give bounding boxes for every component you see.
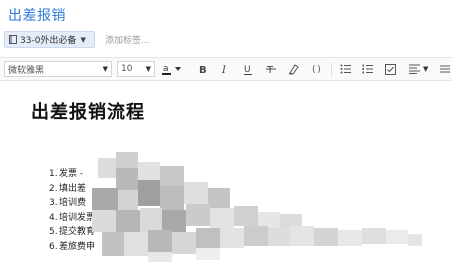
underline-button[interactable]: U bbox=[243, 58, 253, 80]
notebook-icon bbox=[9, 35, 17, 44]
list-item: 5.提交教育 bbox=[49, 227, 96, 237]
align-button[interactable]: ▼ bbox=[409, 58, 428, 80]
align-icon bbox=[409, 64, 420, 74]
svg-text:a: a bbox=[163, 64, 169, 74]
notebook-label: 33-0外出必备 bbox=[20, 36, 77, 46]
list-item: 6.差旅费申 bbox=[49, 241, 96, 252]
bullet-list-button[interactable] bbox=[340, 58, 351, 80]
svg-text:(): () bbox=[311, 65, 322, 75]
add-tag-input[interactable]: 添加标签... bbox=[105, 33, 150, 46]
code-button[interactable]: () bbox=[311, 58, 323, 80]
font-color-button[interactable]: a bbox=[162, 58, 182, 80]
strikethrough-icon: T bbox=[266, 63, 276, 75]
underline-icon: U bbox=[243, 63, 253, 76]
bold-button[interactable]: B bbox=[198, 58, 208, 80]
font-family-select[interactable]: 微软雅黑 ▼ bbox=[4, 61, 112, 77]
bold-icon: B bbox=[198, 63, 208, 75]
note-editor[interactable]: 出差报销流程 1.发票 - 2.填出差 3.培训费 4.培训发票 5.提交教育 … bbox=[0, 82, 452, 264]
italic-button[interactable]: I bbox=[221, 58, 229, 80]
checkbox-list-button[interactable] bbox=[385, 58, 396, 80]
document-heading: 出差报销流程 bbox=[31, 102, 145, 123]
numbered-list-button[interactable] bbox=[362, 58, 373, 80]
svg-text:B: B bbox=[199, 65, 207, 75]
font-size-value: 10 bbox=[121, 64, 133, 74]
bullet-list-icon bbox=[340, 64, 351, 74]
svg-text:T: T bbox=[266, 65, 274, 75]
redaction-mosaic bbox=[92, 152, 422, 262]
strikethrough-button[interactable]: T bbox=[266, 58, 276, 80]
italic-icon: I bbox=[221, 63, 229, 75]
more-icon bbox=[440, 64, 450, 74]
notebook-selector[interactable]: 33-0外出必备 ▼ bbox=[4, 31, 95, 48]
list-item: 4.培训发票 bbox=[49, 212, 96, 223]
highlight-button[interactable] bbox=[288, 58, 299, 80]
step-list: 1.发票 - 2.填出差 3.培训费 4.培训发票 5.提交教育 6.差旅费申 bbox=[49, 166, 95, 253]
chevron-down-icon: ▼ bbox=[80, 35, 86, 44]
numbered-list-icon bbox=[362, 64, 373, 74]
checkbox-list-icon bbox=[385, 63, 396, 75]
chevron-down-icon: ▼ bbox=[145, 65, 151, 73]
chevron-down-icon: ▼ bbox=[423, 65, 429, 73]
note-title[interactable]: 出差报销 bbox=[8, 5, 66, 25]
highlight-icon bbox=[288, 63, 299, 75]
chevron-down-icon: ▼ bbox=[102, 65, 108, 73]
svg-text:U: U bbox=[244, 65, 251, 75]
list-item: 1.发票 - bbox=[49, 169, 84, 179]
toolbar-divider bbox=[331, 63, 332, 76]
code-icon: () bbox=[311, 63, 323, 75]
list-item: 3.培训费 bbox=[49, 198, 87, 208]
font-size-select[interactable]: 10 ▼ bbox=[117, 61, 155, 77]
font-family-value: 微软雅黑 bbox=[8, 65, 45, 76]
more-options-button[interactable] bbox=[440, 58, 450, 80]
svg-text:I: I bbox=[221, 65, 227, 75]
list-item: 2.填出差 bbox=[49, 183, 87, 194]
format-toolbar: 微软雅黑 ▼ 10 ▼ a B I U T () ▼ bbox=[0, 57, 452, 81]
font-color-icon: a bbox=[162, 62, 182, 76]
